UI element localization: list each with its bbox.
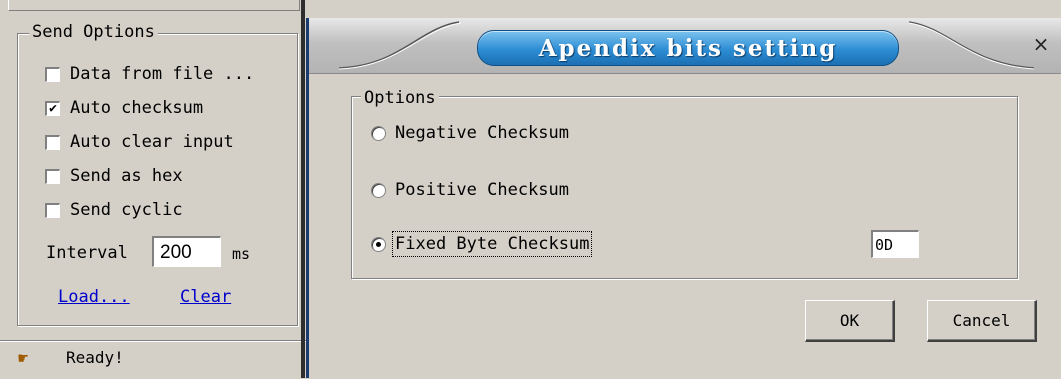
cancel-button[interactable]: Cancel xyxy=(927,300,1037,342)
radio-button[interactable] xyxy=(371,125,386,141)
checkbox-box[interactable] xyxy=(45,168,60,184)
positive-checksum-radio[interactable]: Positive Checksum xyxy=(371,178,569,202)
checkbox-label: Auto clear input xyxy=(70,132,234,152)
left-panel: Send Options Data from file ... ✔ Auto c… xyxy=(0,0,306,378)
negative-checksum-radio[interactable]: Negative Checksum xyxy=(371,121,569,145)
auto-checksum-checkbox[interactable]: ✔ Auto checksum xyxy=(45,97,203,119)
send-options-title: Send Options xyxy=(29,22,158,42)
load-link[interactable]: Load... xyxy=(58,287,130,307)
send-cyclic-checkbox[interactable]: Send cyclic xyxy=(45,199,183,221)
send-as-hex-checkbox[interactable]: Send as hex xyxy=(45,165,183,187)
checkbox-box[interactable] xyxy=(45,202,60,218)
checkbox-box[interactable] xyxy=(45,66,60,82)
interval-label: Interval xyxy=(46,243,128,263)
data-from-file-checkbox[interactable]: Data from file ... xyxy=(45,63,254,85)
radio-button[interactable] xyxy=(371,236,386,252)
fixed-byte-input[interactable]: 0D xyxy=(871,230,919,258)
checkbox-label: Data from file ... xyxy=(70,64,255,84)
radio-label: Fixed Byte Checksum xyxy=(391,231,593,257)
pointing-hand-icon: ☛ xyxy=(18,349,29,369)
checkbox-label: Send cyclic xyxy=(70,200,183,220)
dialog-title-bar[interactable]: Apendix bits setting × xyxy=(309,18,1061,74)
dialog-title: Apendix bits setting xyxy=(538,34,838,62)
clear-link[interactable]: Clear xyxy=(180,287,231,307)
status-text: Ready! xyxy=(66,348,124,367)
interval-unit: ms xyxy=(232,245,251,263)
fixed-byte-checksum-radio[interactable]: Fixed Byte Checksum xyxy=(371,231,593,257)
options-group-title: Options xyxy=(361,88,439,108)
checkbox-box[interactable] xyxy=(45,134,60,150)
ok-button[interactable]: OK xyxy=(805,300,895,342)
panel-divider xyxy=(301,0,305,378)
apendix-bits-dialog: Apendix bits setting × Options Negative … xyxy=(306,18,1061,378)
title-pill: Apendix bits setting xyxy=(477,30,899,66)
checkbox-box[interactable]: ✔ xyxy=(45,100,60,116)
auto-clear-input-checkbox[interactable]: Auto clear input xyxy=(45,131,234,153)
top-strip xyxy=(8,0,300,11)
checkbox-label: Auto checksum xyxy=(70,98,204,118)
radio-label: Positive Checksum xyxy=(395,180,569,200)
radio-button[interactable] xyxy=(371,182,386,198)
close-button[interactable]: × xyxy=(1028,30,1054,58)
checkbox-label: Send as hex xyxy=(70,166,183,186)
radio-label: Negative Checksum xyxy=(395,123,569,143)
status-bar xyxy=(0,340,306,379)
interval-input[interactable]: 200 xyxy=(152,236,221,267)
